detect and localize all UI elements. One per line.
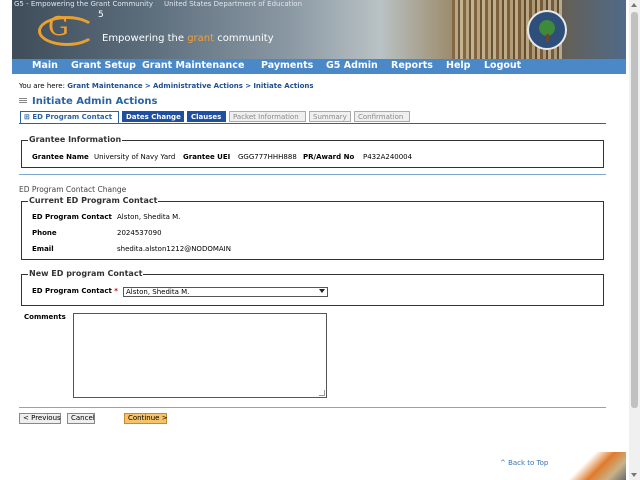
grantee-uei-label: Grantee UEI [183,153,231,161]
continue-button[interactable]: Continue > [124,413,168,424]
nav-reports[interactable]: Reports [391,60,433,71]
g5-logo-superscript: 5 [98,10,104,20]
phone-value: 2024537090 [117,229,162,237]
nav-payments[interactable]: Payments [261,60,313,71]
nav-help[interactable]: Help [446,60,470,71]
page-title: Initiate Admin Actions [32,96,158,107]
grantee-uei-value: GGG777HHH888 [238,153,297,161]
banner-tagline: Empowering the grant community [102,33,274,44]
award-number-label: PR/Award No [303,153,355,161]
new-contact-label: ED Program Contact * [32,287,118,295]
nav-g5-admin[interactable]: G5 Admin [326,60,378,71]
current-contact-label: ED Program Contact [32,213,112,221]
nav-logout[interactable]: Logout [484,60,521,71]
tagline-post: community [214,33,274,44]
department-of-education-seal-icon [527,10,567,50]
nav-grant-maintenance[interactable]: Grant Maintenance [142,60,244,71]
select-value: Alston, Shedita M. [126,288,190,296]
g5-logo-alt-text: G5 - Empowering the Grant Community [14,0,154,8]
previous-button[interactable]: < Previous [19,413,61,424]
comments-textarea[interactable] [73,313,327,398]
new-contact-label-text: ED Program Contact [32,287,112,295]
page: G5 - Empowering the Grant Community Unit… [12,0,626,480]
current-contact-legend: Current ED Program Contact [28,196,159,205]
tab-clauses[interactable]: Clauses [187,111,226,122]
resize-grip-icon[interactable] [319,390,325,396]
tab-dates-change[interactable]: Dates Change [122,111,184,122]
breadcrumb-grant-maintenance[interactable]: Grant Maintenance [67,82,142,90]
email-label: Email [32,245,54,253]
section-divider [19,174,606,175]
g5-logo-letter: G [48,12,69,42]
header-banner: G5 - Empowering the Grant Community Unit… [12,0,626,59]
main-nav: Main Grant Setup Grant Maintenance Payme… [12,59,626,74]
tagline-pre: Empowering the [102,33,188,44]
breadcrumb-separator: > [144,82,151,90]
current-contact-value: Alston, Shedita M. [117,213,181,221]
grantee-name-label: Grantee Name [32,153,89,161]
phone-label: Phone [32,229,57,237]
breadcrumb-initiate-actions: Initiate Actions [253,82,314,90]
buttons-divider [19,407,606,408]
ed-program-contact-select[interactable]: Alston, Shedita M. [123,287,328,297]
tab-label: ED Program Contact [32,113,113,121]
tab-confirmation: Confirmation [354,111,410,122]
grantee-information-fieldset: Grantee Information Grantee Name Univers… [21,135,604,168]
nav-grant-setup[interactable]: Grant Setup [71,60,136,71]
tagline-highlight: grant [187,33,215,44]
grantee-information-legend: Grantee Information [28,135,123,144]
tab-underline [19,123,606,124]
tab-packet-information: Packet Information [229,111,306,122]
scrollbar-thumb[interactable] [631,12,638,408]
tab-summary: Summary [309,111,351,122]
grantee-name-value: University of Navy Yard [94,153,176,161]
scroll-up-icon[interactable] [631,3,637,7]
breadcrumb-separator: > [245,82,252,90]
current-contact-fieldset: Current ED Program Contact ED Program Co… [21,196,604,260]
list-icon [19,98,27,105]
section-heading: ED Program Contact Change [19,185,127,194]
breadcrumb: You are here: Grant Maintenance > Admini… [19,82,314,90]
breadcrumb-prefix: You are here: [19,82,65,90]
tab-ed-program-contact[interactable]: ⊞ ED Program Contact [20,111,119,123]
footer-corner-decoration [557,452,626,480]
award-number-value: P432A240004 [363,153,413,161]
chevron-down-icon [319,289,325,293]
required-marker: * [114,287,118,295]
new-contact-legend: New ED program Contact [28,269,144,278]
comments-label: Comments [24,313,66,321]
scroll-down-icon[interactable] [631,473,637,477]
seal-trunk [546,34,549,42]
nav-main[interactable]: Main [32,60,58,71]
email-value: shedita.alston1212@NODOMAIN [117,245,231,253]
vertical-scrollbar[interactable] [629,0,640,480]
back-to-top-link[interactable]: ^ Back to Top [500,459,548,467]
cancel-button[interactable]: Cancel [67,413,95,424]
breadcrumb-administrative-actions[interactable]: Administrative Actions [153,82,243,90]
ed-logo-alt-text: United States Department of Education [164,0,303,8]
